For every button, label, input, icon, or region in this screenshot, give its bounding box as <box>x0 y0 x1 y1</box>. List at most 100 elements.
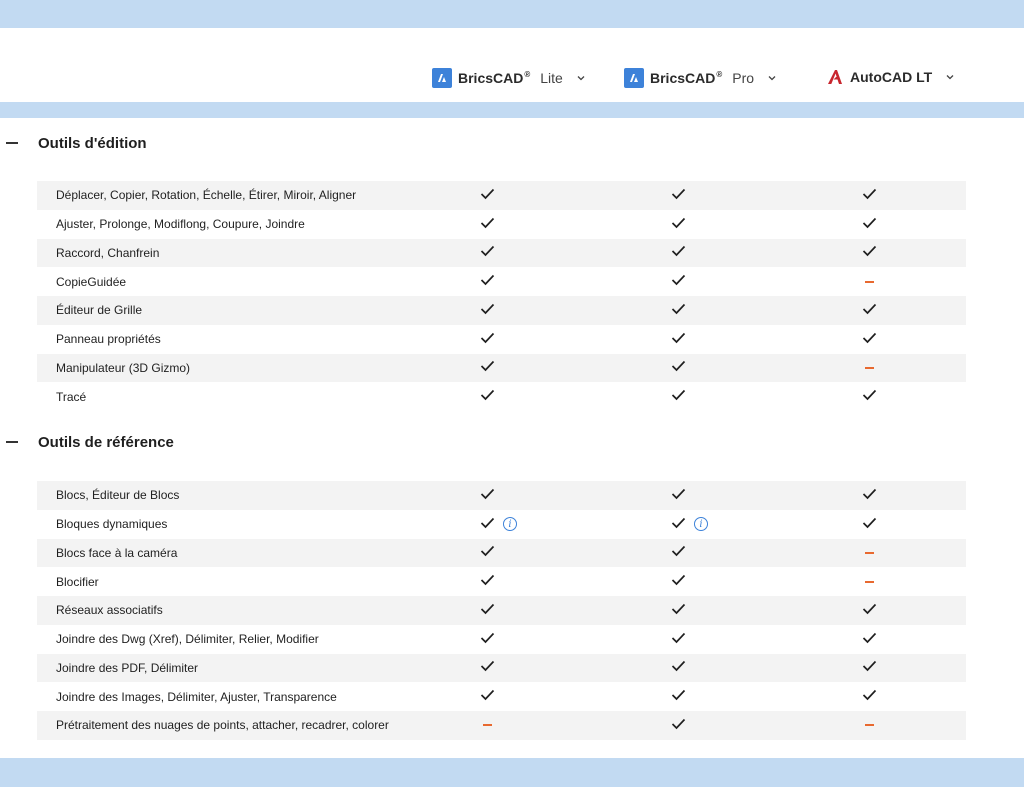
bottom-band <box>0 758 1024 787</box>
availability-cell-pro <box>658 687 698 707</box>
check-icon <box>862 661 876 672</box>
check-icon <box>480 575 494 586</box>
section-title: Outils d'édition <box>38 134 147 152</box>
availability-cell-lt <box>849 658 889 678</box>
check-icon <box>480 690 494 701</box>
check-icon <box>480 332 494 343</box>
check-icon <box>480 361 494 372</box>
collapse-section-toggle[interactable] <box>6 441 18 443</box>
info-icon[interactable]: i <box>694 517 708 532</box>
check-icon <box>671 332 685 343</box>
table-row: Panneau propriétés <box>37 325 966 354</box>
bricscad-logo-icon <box>432 68 452 88</box>
feature-label: Joindre des PDF, Délimiter <box>56 660 199 675</box>
check-icon <box>862 488 876 500</box>
section-header-editing-tools: Outils d'édition <box>0 128 147 158</box>
availability-cell-pro <box>658 543 698 563</box>
check-icon <box>862 690 876 701</box>
availability-cell-pro <box>658 387 698 407</box>
availability-cell-pro <box>658 629 698 649</box>
section-title: Outils de référence <box>38 433 174 451</box>
availability-cell-lt <box>849 485 889 505</box>
availability-cell-pro <box>658 572 698 592</box>
feature-label: Joindre des Images, Délimiter, Ajuster, … <box>56 689 337 704</box>
availability-cell-pro <box>658 485 698 505</box>
product-selector-bricscad-pro[interactable]: BricsCAD® Pro <box>624 68 776 88</box>
availability-cell-lite <box>467 243 507 263</box>
availability-cell-pro <box>658 243 698 263</box>
availability-cell-lt <box>849 572 889 592</box>
availability-cell-pro <box>658 185 698 205</box>
table-row: Blocifier <box>37 567 966 596</box>
table-row: Joindre des Images, Délimiter, Ajuster, … <box>37 682 966 711</box>
check-icon <box>671 275 685 286</box>
availability-cell-lt <box>849 687 889 707</box>
check-icon <box>480 390 494 401</box>
feature-label: Prétraitement des nuages de points, atta… <box>56 718 389 733</box>
top-band <box>0 0 1024 28</box>
availability-cell-pro <box>658 214 698 234</box>
check-icon <box>671 575 685 586</box>
table-row: Ajuster, Prolonge, Modiflong, Coupure, J… <box>37 210 966 239</box>
check-icon <box>480 275 494 286</box>
not-available-dash-icon <box>864 280 874 283</box>
availability-cell-pro <box>658 358 698 378</box>
not-available-dash-icon <box>482 724 492 727</box>
table-row: Blocs face à la caméra <box>37 538 966 568</box>
table-row: Déplacer, Copier, Rotation, Échelle, Éti… <box>37 181 966 210</box>
check-icon <box>671 517 685 528</box>
availability-cell-lite <box>467 629 507 649</box>
chevron-down-icon <box>577 76 585 81</box>
availability-cell-lite <box>467 600 507 620</box>
availability-cell-pro <box>658 272 698 292</box>
check-icon <box>480 217 494 228</box>
feature-table-editing-tools: Déplacer, Copier, Rotation, Échelle, Éti… <box>37 181 966 411</box>
check-icon <box>671 546 685 557</box>
availability-cell-pro <box>658 300 698 320</box>
collapse-section-toggle[interactable] <box>6 142 18 144</box>
check-icon <box>671 188 685 200</box>
check-icon <box>480 517 494 528</box>
check-icon <box>671 661 685 672</box>
feature-label: Tracé <box>56 389 87 404</box>
not-available-dash-icon <box>864 724 874 727</box>
availability-cell-lite <box>467 272 507 292</box>
product-selector-autocad-lt[interactable]: AutoCAD LT <box>826 68 954 86</box>
availability-cell-lite <box>467 387 507 407</box>
availability-cell-lt <box>849 300 889 320</box>
chevron-down-icon <box>768 76 776 81</box>
header-divider-band <box>0 102 1024 118</box>
bricscad-logo-icon <box>624 68 644 88</box>
check-icon <box>862 217 876 228</box>
check-icon <box>862 303 876 315</box>
info-icon[interactable]: i <box>503 517 517 532</box>
availability-cell-lt <box>849 243 889 263</box>
autocad-logo-icon <box>826 68 844 86</box>
check-icon <box>480 603 494 615</box>
product-tier: Pro <box>732 70 755 86</box>
check-icon <box>862 517 876 528</box>
check-icon <box>862 332 876 343</box>
registered-mark: ® <box>716 70 723 79</box>
feature-label: Bloques dynamiques <box>56 517 168 532</box>
availability-cell-lite <box>467 300 507 320</box>
registered-mark: ® <box>524 70 531 79</box>
product-selector-bricscad-lite[interactable]: BricsCAD® Lite <box>432 68 585 88</box>
feature-label: Raccord, Chanfrein <box>56 245 160 260</box>
check-icon <box>671 390 685 401</box>
check-icon <box>671 217 685 228</box>
check-icon <box>862 603 876 615</box>
availability-cell-lt <box>849 272 889 292</box>
table-row: Blocs, Éditeur de Blocs <box>37 481 966 510</box>
availability-cell-lite <box>467 543 507 563</box>
check-icon <box>480 303 494 315</box>
availability-cell-lt <box>849 329 889 349</box>
availability-cell-lite <box>467 358 507 378</box>
availability-cell-pro <box>658 600 698 620</box>
feature-table-reference-tools: Blocs, Éditeur de Blocs Bloques dynamique… <box>37 481 966 740</box>
check-icon <box>480 546 494 557</box>
section-header-reference-tools: Outils de référence <box>0 427 174 457</box>
check-icon <box>862 188 876 200</box>
table-row: Réseaux associatifs <box>37 596 966 625</box>
feature-label: Déplacer, Copier, Rotation, Échelle, Éti… <box>56 188 357 203</box>
